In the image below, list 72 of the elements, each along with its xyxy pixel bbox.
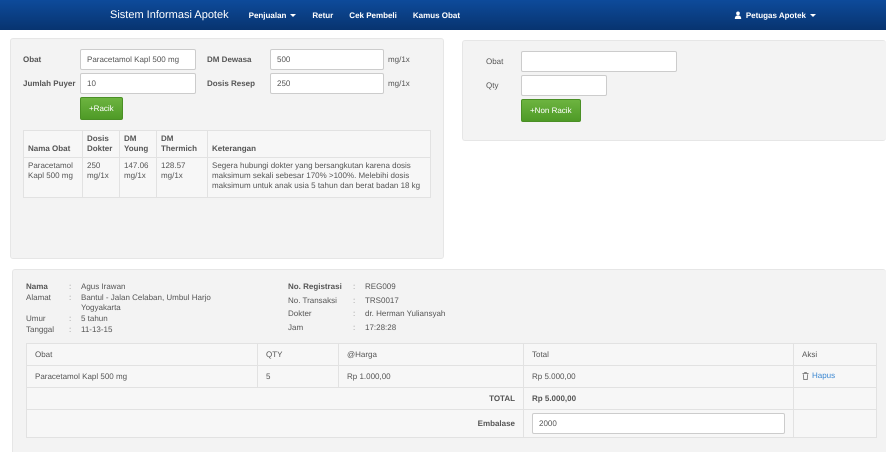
colon-separator: : xyxy=(69,293,72,304)
table-cell: Rp 5.000,00 xyxy=(524,366,794,388)
info-value: Bantul - Jalan Celaban, Umbul Harjo Yogyakarta xyxy=(81,293,212,313)
info-label: No. Registrasi xyxy=(288,282,343,293)
field-label: Dosis Resep xyxy=(207,79,256,88)
column-header: Obat xyxy=(26,344,258,366)
embalase-label: Embalase xyxy=(26,410,524,438)
unit-label: mg/1x xyxy=(387,55,410,64)
user-icon xyxy=(734,11,742,19)
column-header: @Harga xyxy=(338,344,524,366)
column-header: Nama Obat xyxy=(24,130,82,158)
info-value: dr. Herman Yuliansyah xyxy=(365,309,446,320)
info-value: 5 tahun xyxy=(81,314,109,324)
total-value: Rp 5.000,00 xyxy=(524,388,794,410)
table-cell: 5 xyxy=(258,366,338,388)
colon-separator: : xyxy=(353,322,356,334)
colon-separator: : xyxy=(69,325,72,335)
caret-icon xyxy=(290,14,296,16)
table-cell: 147.06 mg/1x xyxy=(120,158,156,198)
info-label: Jam xyxy=(288,322,304,334)
brand-title[interactable]: Sistem Informasi Apotek xyxy=(110,9,229,21)
info-label: Tanggal xyxy=(26,325,56,335)
unit-label: mg/1x xyxy=(387,79,410,88)
info-label: Alamat xyxy=(26,293,52,304)
nav-link[interactable]: Kamus Obat xyxy=(412,10,460,20)
column-header: Dosis Dokter xyxy=(82,130,120,158)
column-header: DM Thermich xyxy=(156,130,208,158)
table-cell: 128.57 mg/1x xyxy=(156,158,208,198)
column-header: Keterangan xyxy=(208,130,430,158)
field-label: Obat xyxy=(23,55,42,64)
info-label: Umur xyxy=(26,314,47,324)
column-header: Aksi xyxy=(794,344,876,366)
input-field[interactable] xyxy=(521,75,607,96)
nav-link[interactable]: Retur xyxy=(312,10,334,20)
info-value: 17:28:28 xyxy=(365,322,398,334)
input-field[interactable]: 10 xyxy=(80,73,196,94)
table-cell: Paracetamol Kapl 500 mg xyxy=(24,158,82,198)
input-field[interactable]: Paracetamol Kapl 500 mg xyxy=(80,49,196,70)
caret-icon xyxy=(810,14,816,16)
trash-icon xyxy=(802,372,809,380)
user-menu[interactable]: Petugas Apotek xyxy=(734,10,816,20)
nav-link[interactable]: Cek Pembeli xyxy=(349,10,397,20)
field-label: Obat xyxy=(486,57,504,66)
table-cell: Rp 1.000,00 xyxy=(338,366,524,388)
colon-separator: : xyxy=(353,282,356,293)
colon-separator: : xyxy=(69,282,72,292)
column-header: QTY xyxy=(258,344,338,366)
column-header: DM Young xyxy=(120,130,156,158)
field-label: Qty xyxy=(486,81,500,90)
colon-separator: : xyxy=(69,314,72,324)
info-label: Dokter xyxy=(288,309,313,320)
table-cell: Segera hubungi dokter yang bersangkutan karena dosis maksimum sekali sebesar 170% >100%. Melebihi dosis maksimum untuk anak usia 5 tahun dan berat badan 18 kg xyxy=(208,158,430,198)
nav-link[interactable]: Penjualan xyxy=(248,10,296,20)
colon-separator: : xyxy=(353,309,356,320)
info-value: TRS0017 xyxy=(365,296,400,306)
info-label: Nama xyxy=(26,282,49,292)
input-field[interactable]: 500 xyxy=(270,49,384,70)
table-cell: Paracetamol Kapl 500 mg xyxy=(26,366,258,388)
total-label: TOTAL xyxy=(26,388,524,410)
column-header: Total xyxy=(524,344,794,366)
delete-link[interactable]: Hapus xyxy=(802,371,836,380)
input-field[interactable]: 250 xyxy=(270,73,384,94)
info-value: 11-13-15 xyxy=(81,325,114,335)
table-cell: 250 mg/1x xyxy=(82,158,120,198)
colon-separator: : xyxy=(353,296,356,306)
info-value: Agus Irawan xyxy=(81,282,126,292)
info-value: REG009 xyxy=(365,282,397,293)
embalase-field[interactable]: 2000 xyxy=(532,413,785,434)
info-label: No. Transaksi xyxy=(288,296,338,306)
field-label: Jumlah Puyer xyxy=(23,79,76,88)
input-field[interactable] xyxy=(521,51,677,72)
field-label: DM Dewasa xyxy=(207,55,252,64)
